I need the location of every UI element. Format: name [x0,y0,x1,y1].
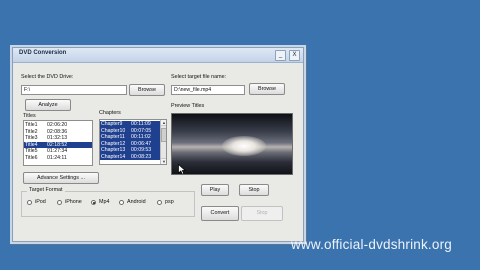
chapter-duration: 00:06:47 [131,140,152,147]
radio-ipod-label: iPod [35,199,46,205]
scroll-up-icon[interactable]: ▲ [161,120,166,126]
chapters-label: Chapters [99,110,121,116]
dvd-drive-label: Select the DVD Drive: [21,74,74,80]
title-duration: 02:18:52 [47,141,68,148]
chapter-duration: 00:08:23 [131,153,152,160]
chapters-scrollbar[interactable]: ▲ ▼ [160,120,166,164]
preview-light [222,136,266,156]
title-name: Title6 [25,154,38,161]
titles-list[interactable]: Title1 02:06:20 Title2 02:08:36 Title3 01:3… [23,120,93,166]
target-file-input[interactable]: D:\new_file.mp4 [171,85,245,95]
chapter-row[interactable]: Chapter14 00:08:23 [100,153,160,160]
chapter-duration: 00:09:53 [131,147,152,153]
target-file-label: Select target file name: [171,74,227,80]
radio-android[interactable] [119,200,124,205]
radio-mp4[interactable] [91,200,96,205]
advance-settings-button[interactable]: Advance Settings ... [23,172,99,184]
radio-ipod[interactable] [27,200,32,205]
radio-psp-label: psp [165,199,174,205]
watermark-text: www.official-dvdshrink.org [290,237,452,252]
radio-psp[interactable] [157,200,162,205]
convert-button[interactable]: Convert [201,206,239,221]
radio-android-label: Android [127,199,146,205]
preview-stop-button[interactable]: Stop [239,184,269,196]
analyze-button[interactable]: Analyze [25,99,71,111]
dvd-conversion-window: DVD Conversion _ X Select the DVD Drive:… [12,47,304,242]
title-duration: 01:32:13 [47,135,68,141]
scroll-thumb[interactable] [161,128,166,142]
play-button[interactable]: Play [201,184,229,196]
mouse-cursor-icon [178,164,187,174]
dvd-drive-input[interactable]: F:\ [21,85,127,95]
chapter-duration: 00:11:09 [131,121,151,127]
title-duration: 02:06:20 [47,122,68,128]
titles-label: Titles [23,113,36,119]
preview-label: Preview Titles [171,103,205,109]
drive-browse-button[interactable]: Browse [129,84,165,96]
chapters-list[interactable]: Chapter9 00:11:09 Chapter10 00:07:05 Chapt… [99,119,167,165]
title-duration: 01:24:11 [47,154,67,161]
radio-iphone-label: iPhone [65,199,82,205]
scroll-down-icon[interactable]: ▼ [161,158,166,164]
convert-stop-button[interactable]: Stop [241,206,283,221]
chapter-duration: 00:11:02 [131,134,151,140]
radio-mp4-label: Mp4 [99,199,110,205]
title-duration: 02:08:36 [47,128,68,135]
title-row[interactable]: Title6 01:24:11 [24,155,92,162]
target-browse-button[interactable]: Browse [249,83,285,95]
minimize-button[interactable]: _ [275,50,286,61]
preview-pane [171,113,293,175]
title-bar[interactable]: DVD Conversion _ X [13,48,303,63]
chapter-name: Chapter14 [101,153,126,160]
radio-iphone[interactable] [57,200,62,205]
close-button[interactable]: X [289,50,300,61]
window-title: DVD Conversion [19,50,67,56]
target-format-label: Target Format [27,187,65,193]
chapter-duration: 00:07:05 [131,127,152,134]
title-duration: 01:27:34 [47,148,68,154]
